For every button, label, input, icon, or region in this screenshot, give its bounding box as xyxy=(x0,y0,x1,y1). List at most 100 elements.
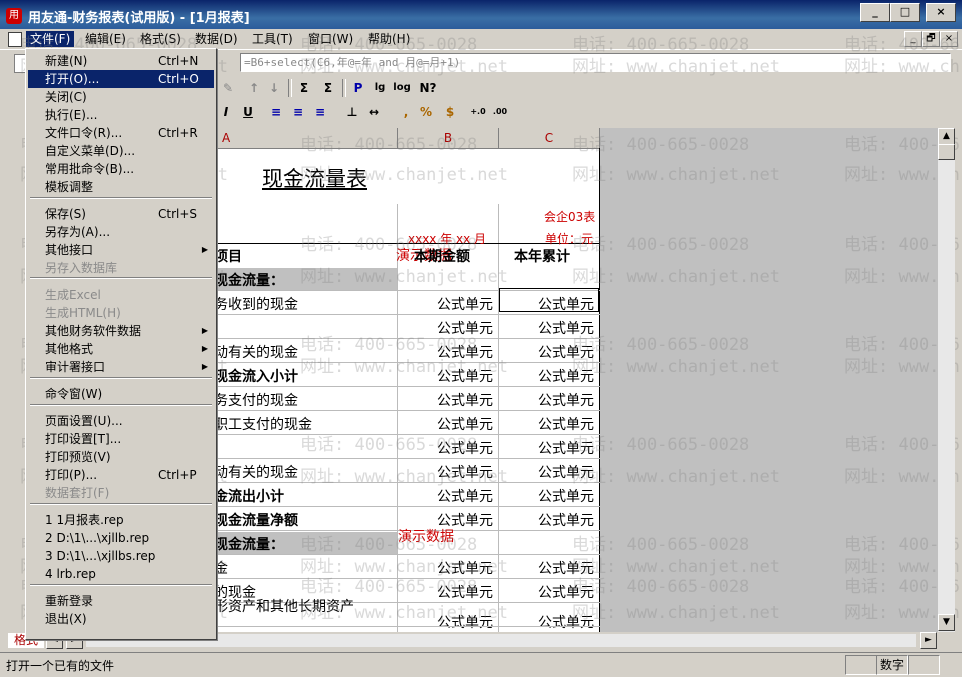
grid-line xyxy=(214,458,600,459)
file-menu-item: 生成HTML(H) xyxy=(28,304,214,322)
watermark-text: 网址: www.chanjet.net xyxy=(300,267,508,287)
menu-item-label: 另存入数据库 xyxy=(45,261,118,275)
increase-decimal-icon[interactable]: +.0 xyxy=(468,102,488,122)
menu-item-label: 其他财务软件数据 xyxy=(45,324,142,338)
underline-icon[interactable]: U xyxy=(238,102,258,122)
file-menu-item[interactable]: 文件口令(R)... Ctrl+R xyxy=(28,124,214,142)
file-menu-item[interactable]: 自定义菜单(D)... xyxy=(28,142,214,160)
grid-line xyxy=(214,410,600,411)
maximize-button[interactable]: □ xyxy=(890,3,920,22)
status-bar: 打开一个已有的文件 数字 xyxy=(0,652,962,677)
cell-ytd-amount[interactable]: 公式单元 xyxy=(499,510,597,530)
grid-line xyxy=(214,314,600,315)
align-center-icon[interactable]: ≡ xyxy=(288,102,308,122)
submenu-arrow-icon: ▶ xyxy=(201,344,208,353)
menu-item-label: 数据套打(F) xyxy=(45,486,110,500)
scroll-up-icon[interactable]: ▲ xyxy=(938,128,955,145)
watermark-text: 电话: 400-665-0028 xyxy=(300,235,478,255)
menu-separator xyxy=(30,503,212,505)
menu-item-label: 1 1月报表.rep xyxy=(45,513,124,527)
log-icon[interactable]: log xyxy=(392,78,412,98)
file-menu-item[interactable]: 1 1月报表.rep xyxy=(28,511,214,529)
watermark-text: 网址: www.chanjet.net xyxy=(572,357,780,377)
sort-asc-icon[interactable]: ↑ xyxy=(244,78,264,98)
file-menu-item[interactable]: 打印(P)... Ctrl+P xyxy=(28,466,214,484)
file-menu-item[interactable]: 其他接口 ▶ xyxy=(28,241,214,259)
vertical-scrollbar[interactable]: ▲ ▼ xyxy=(938,128,955,632)
menu-separator xyxy=(30,197,212,199)
file-menu-item[interactable]: 另存为(A)... xyxy=(28,223,214,241)
paint-icon[interactable]: ✎ xyxy=(218,78,238,98)
toolbar-separator xyxy=(342,79,346,97)
file-menu-item[interactable]: 常用批命令(B)... xyxy=(28,160,214,178)
submenu-arrow-icon: ▶ xyxy=(201,326,208,335)
toolbar-separator xyxy=(288,79,292,97)
currency-icon[interactable]: $ xyxy=(440,102,460,122)
file-menu-item[interactable]: 审计署接口 ▶ xyxy=(28,358,214,376)
vertical-align-icon[interactable]: ⊥ xyxy=(342,102,362,122)
menu-item-label: 模板调整 xyxy=(45,180,94,194)
file-menu-item[interactable]: 2 D:\1\...\xjllb.rep xyxy=(28,529,214,547)
file-menu-item[interactable]: 打印设置[T]... xyxy=(28,430,214,448)
menu-tools[interactable]: 工具(T) xyxy=(248,31,297,47)
app-icon[interactable]: 用 xyxy=(6,8,22,24)
file-menu-item[interactable]: 打开(O)... Ctrl+O xyxy=(28,70,214,88)
menu-separator xyxy=(30,584,212,586)
menu-item-label: 打印预览(V) xyxy=(45,450,111,464)
close-button[interactable]: × xyxy=(926,3,956,22)
watermark-text: 电话: 400-665-0028 xyxy=(572,577,750,597)
help-cursor-icon[interactable]: N? xyxy=(418,78,438,98)
sort-desc-icon[interactable]: ↓ xyxy=(264,78,284,98)
file-menu-item[interactable]: 退出(X) xyxy=(28,610,214,628)
row-label: 现金流量净额 xyxy=(214,513,298,529)
file-menu-item: 生成Excel xyxy=(28,286,214,304)
percent-icon[interactable]: % xyxy=(416,102,436,122)
menu-separator xyxy=(30,277,212,279)
hscroll-right-icon[interactable]: ► xyxy=(920,632,937,649)
minimize-button[interactable]: _ xyxy=(860,3,890,22)
italic-icon[interactable]: I xyxy=(216,102,236,122)
file-menu-item[interactable]: 其他格式 ▶ xyxy=(28,340,214,358)
fit-width-icon[interactable]: ↔ xyxy=(364,102,384,122)
menu-item-label: 其他格式 xyxy=(45,342,94,356)
file-menu-item[interactable]: 新建(N) Ctrl+N xyxy=(28,52,214,70)
file-menu-item[interactable]: 页面设置(U)... xyxy=(28,412,214,430)
sum-icon[interactable]: Σ xyxy=(294,78,314,98)
status-panel xyxy=(845,655,877,675)
lg-icon[interactable]: lg xyxy=(370,78,390,98)
menu-data[interactable]: 数据(D) xyxy=(191,31,242,47)
comma-icon[interactable]: , xyxy=(396,102,416,122)
header-ytd-amount: 本年累计 xyxy=(514,249,570,265)
scroll-down-icon[interactable]: ▼ xyxy=(938,614,955,631)
cell-current-amount[interactable]: 公式单元 xyxy=(398,390,496,410)
menu-item-label: 命令窗(W) xyxy=(45,387,103,401)
print-p-icon[interactable]: P xyxy=(348,78,368,98)
cell-ytd-amount[interactable]: 公式单元 xyxy=(499,390,597,410)
cell-current-amount[interactable]: 公式单元 xyxy=(398,486,496,506)
file-menu-item[interactable]: 模板调整 xyxy=(28,178,214,196)
grid-line xyxy=(214,386,600,387)
file-menu-item[interactable]: 打印预览(V) xyxy=(28,448,214,466)
file-menu-item[interactable]: 4 lrb.rep xyxy=(28,565,214,583)
menu-item-label: 页面设置(U)... xyxy=(45,414,123,428)
scroll-thumb[interactable] xyxy=(938,144,955,160)
cell-current-amount[interactable]: 公式单元 xyxy=(398,294,496,314)
file-menu-item[interactable]: 命令窗(W) xyxy=(28,385,214,403)
menu-item-shortcut: Ctrl+O xyxy=(158,72,199,86)
menu-item-label: 新建(N) xyxy=(45,54,88,68)
menu-item-label: 重新登录 xyxy=(45,594,94,608)
file-menu-item[interactable]: 保存(S) Ctrl+S xyxy=(28,205,214,223)
align-left-icon[interactable]: ≡ xyxy=(266,102,286,122)
file-menu-item[interactable]: 执行(E)... xyxy=(28,106,214,124)
cell-ytd-amount[interactable]: 公式单元 xyxy=(499,486,597,506)
align-right-icon[interactable]: ≡ xyxy=(310,102,330,122)
file-menu-item[interactable]: 其他财务软件数据 ▶ xyxy=(28,322,214,340)
selected-cell[interactable] xyxy=(499,288,599,312)
file-menu-item[interactable]: 3 D:\1\...\xjllbs.rep xyxy=(28,547,214,565)
sum-all-icon[interactable]: Σ xyxy=(318,78,338,98)
menu-item-label: 审计署接口 xyxy=(45,360,106,374)
decrease-decimal-icon[interactable]: .00 xyxy=(490,102,510,122)
file-menu-item[interactable]: 重新登录 xyxy=(28,592,214,610)
file-menu-item[interactable]: 关闭(C) xyxy=(28,88,214,106)
watermark-text: 电话: 400-665-0028 xyxy=(572,235,750,255)
